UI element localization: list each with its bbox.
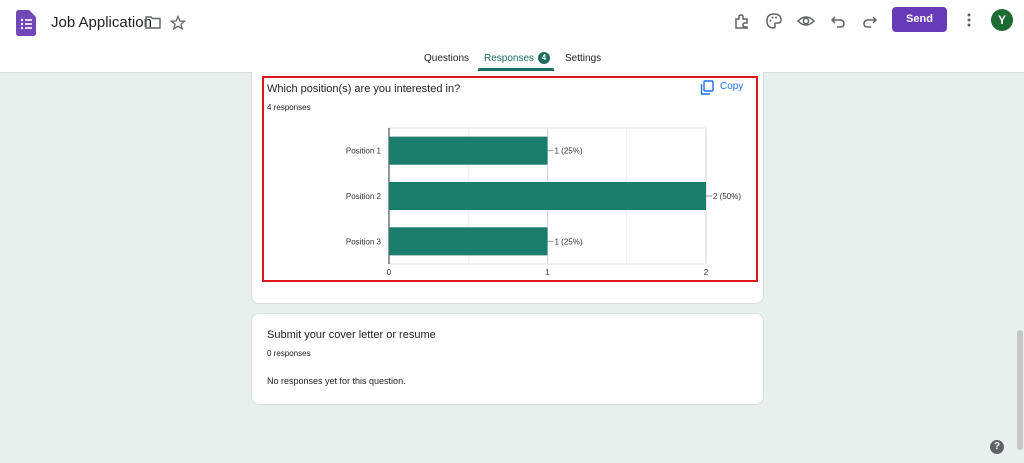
copy-chart-button[interactable]: Copy [700, 80, 743, 99]
empty-state-text: No responses yet for this question. [267, 376, 406, 386]
active-tab-indicator [478, 68, 554, 71]
data-label: 1 (25%) [555, 147, 583, 156]
tab-questions[interactable]: Questions [424, 53, 469, 64]
category-label: Position 2 [346, 192, 382, 201]
question-summary-card-2 [251, 313, 764, 405]
help-icon[interactable]: ? [990, 440, 1004, 454]
more-vert-icon[interactable] [961, 11, 977, 34]
undo-icon[interactable] [828, 11, 848, 31]
copy-icon [700, 80, 714, 99]
data-label: 1 (25%) [555, 237, 583, 246]
responses-count-badge: 4 [538, 52, 550, 64]
palette-icon[interactable] [764, 11, 784, 31]
star-icon[interactable] [169, 14, 187, 36]
copy-label: Copy [720, 81, 744, 92]
chart-bar [389, 227, 548, 256]
forms-logo-icon[interactable] [16, 10, 36, 41]
x-tick-label: 1 [545, 268, 550, 277]
send-button[interactable]: Send [892, 7, 947, 32]
page-scrollbar[interactable] [1017, 330, 1023, 450]
responses-bar-chart: 0 1 2 Position 1 1 (25%) Position 2 2 (50%) Pos… [346, 127, 741, 277]
redo-icon[interactable] [860, 11, 880, 31]
chart-bar [389, 136, 548, 165]
data-label: 2 (50%) [713, 192, 741, 201]
tab-responses[interactable]: Responses [484, 53, 534, 64]
question-title-2: Submit your cover letter or resume [267, 329, 436, 341]
preview-eye-icon[interactable] [796, 11, 816, 31]
tab-settings[interactable]: Settings [565, 53, 601, 64]
folder-icon[interactable] [145, 15, 161, 34]
question-title: Which position(s) are you interested in? [267, 83, 461, 95]
category-label: Position 1 [346, 147, 382, 156]
response-count: 4 responses [267, 103, 311, 112]
document-title[interactable]: Job Application [51, 14, 152, 31]
addon-icon[interactable] [732, 11, 752, 31]
category-label: Position 3 [346, 237, 382, 246]
top-bar: Job Application Send Y Questions Respons… [0, 0, 1024, 73]
chart-bar [389, 181, 706, 211]
response-count-2: 0 responses [267, 349, 311, 358]
x-tick-label: 0 [387, 268, 392, 277]
x-tick-label: 2 [704, 268, 709, 277]
avatar[interactable]: Y [991, 9, 1013, 31]
